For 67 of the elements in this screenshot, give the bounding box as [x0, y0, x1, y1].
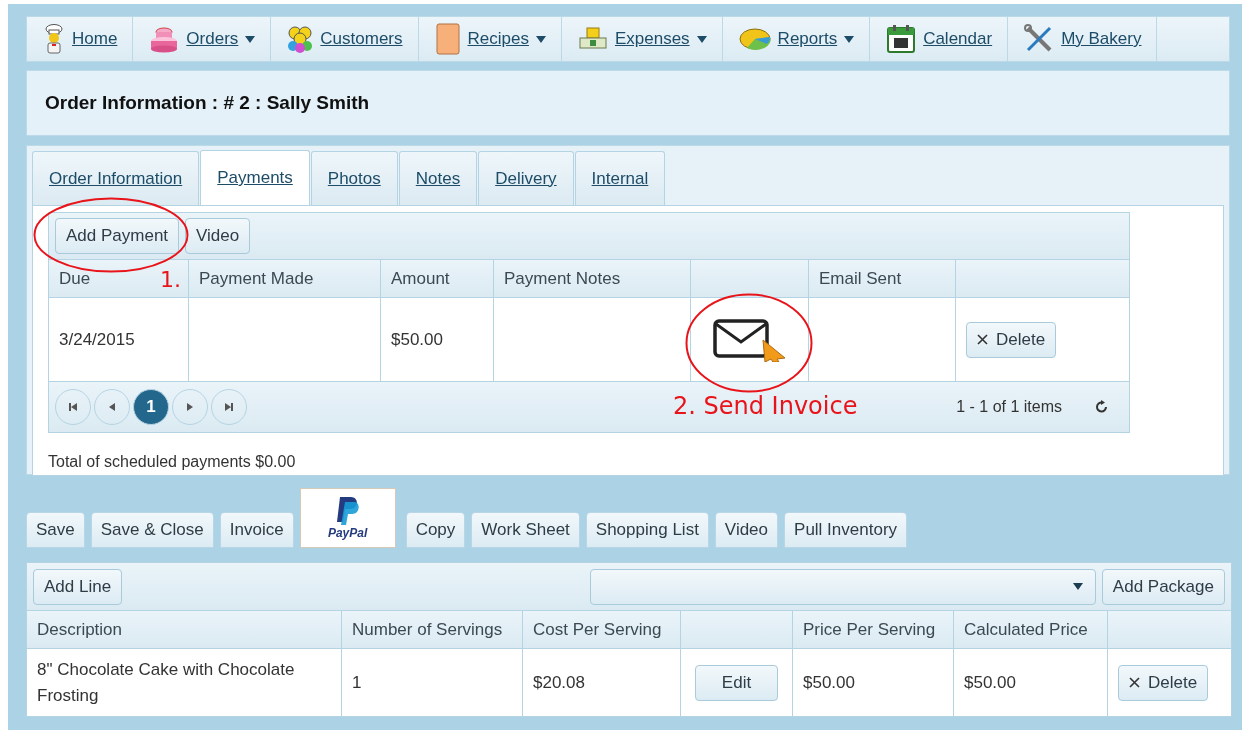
delete-button[interactable]: Delete — [1118, 664, 1209, 701]
toolbar-button[interactable]: Work Sheet — [471, 512, 580, 548]
caret-icon — [1072, 583, 1083, 590]
video-button[interactable]: Video — [185, 218, 251, 254]
first-page-icon — [68, 402, 78, 412]
delete-button[interactable]: Delete — [966, 321, 1057, 358]
nav-link[interactable]: Home — [27, 17, 134, 61]
close-icon — [977, 334, 988, 345]
nav-link[interactable]: Orders — [133, 17, 272, 61]
payments-total: Total of scheduled payments $0.00 — [48, 453, 297, 471]
pager-summary: 1 - 1 of 1 items — [956, 398, 1062, 416]
column-header: Calculated Price — [954, 611, 1108, 649]
nav-link[interactable]: Expenses — [561, 17, 723, 61]
chef-icon — [43, 24, 65, 54]
envelope-cursor-icon[interactable] — [712, 317, 787, 362]
table-cell: $50.00 — [954, 649, 1108, 716]
refresh-icon[interactable] — [1095, 400, 1109, 414]
tab[interactable]: Internal — [574, 151, 666, 205]
toolbar-button[interactable]: Save — [26, 512, 85, 548]
cake-icon — [149, 25, 180, 53]
toolbar-button[interactable]: Invoice — [219, 512, 294, 548]
table-cell: 1 — [342, 649, 523, 716]
tab[interactable]: Delivery — [478, 151, 574, 205]
tab[interactable]: Order Information — [32, 151, 200, 205]
tab[interactable]: Notes — [398, 151, 478, 205]
nav-link[interactable]: Reports — [722, 17, 871, 61]
add-payment-button[interactable]: Add Payment — [55, 218, 180, 254]
table-cell: 8" Chocolate Cake with Chocolate Frosting — [27, 649, 342, 716]
toolbar-button[interactable]: Save & Close — [90, 512, 214, 548]
calendar-icon — [886, 24, 917, 54]
annotation-text: 1. — [160, 267, 181, 292]
add-package-button[interactable]: Add Package — [1101, 568, 1225, 605]
nav-link[interactable]: Calendar — [870, 17, 1009, 61]
column-header: Payment Made — [189, 260, 381, 298]
page-button[interactable]: 1 — [133, 389, 169, 425]
column-header: Cost Per Serving — [523, 611, 681, 649]
toolbar-button[interactable]: Shopping List — [585, 512, 709, 548]
column-header: Description — [27, 611, 342, 649]
pie-chart-icon — [738, 27, 771, 51]
toolbar-button[interactable]: Pull Inventory — [784, 512, 908, 548]
last-page-icon — [224, 402, 234, 412]
annotation-text: 2. Send Invoice — [673, 392, 858, 420]
previous-page-icon — [107, 402, 117, 412]
money-stack-icon — [577, 26, 608, 52]
paypal-p-icon — [334, 496, 361, 526]
toolbar-button[interactable]: Video — [714, 512, 779, 548]
column-header: Amount — [381, 260, 494, 298]
table-cell: $20.08 — [523, 649, 681, 716]
next-page-icon — [185, 402, 195, 412]
nav-link[interactable]: Customers — [271, 17, 419, 61]
tab[interactable]: Photos — [310, 151, 398, 205]
nav-link[interactable]: Recipes — [418, 17, 562, 61]
close-icon — [1129, 677, 1140, 688]
column-header: Number of Servings — [342, 611, 523, 649]
edit-button[interactable]: Edit — [694, 664, 779, 701]
notebook-icon — [434, 23, 461, 55]
column-header: Payment Notes — [494, 260, 691, 298]
paypal-button[interactable]: PayPal — [299, 488, 396, 548]
tab[interactable]: Payments — [200, 150, 310, 205]
page-title: Order Information : # 2 : Sally Smith — [45, 92, 370, 114]
table-cell: $50.00 — [793, 649, 954, 716]
toolbar-button[interactable]: Copy — [405, 512, 466, 548]
add-line-button[interactable]: Add Line — [33, 568, 123, 605]
people-icon — [287, 25, 314, 53]
nav-link[interactable]: My Bakery — [1008, 17, 1158, 61]
column-header: Email Sent — [809, 260, 956, 298]
column-header: Price Per Serving — [793, 611, 954, 649]
